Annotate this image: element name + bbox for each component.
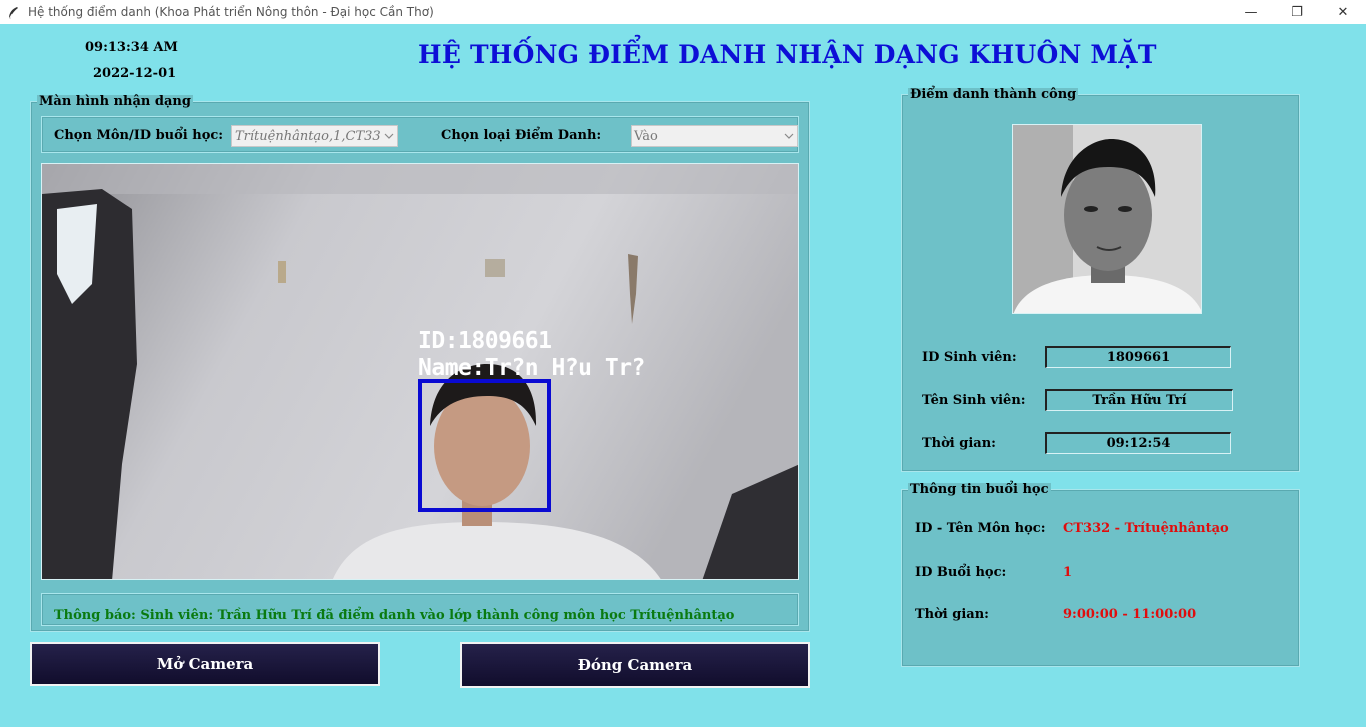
session-time-label: Thời gian: <box>915 607 989 622</box>
feather-app-icon <box>6 5 20 20</box>
session-id-value: 1 <box>1063 565 1073 580</box>
session-subject-label: ID - Tên Môn học: <box>915 521 1046 536</box>
subject-select[interactable]: Trítuệnhântạo,1,CT33 <box>231 125 398 147</box>
session-subject-value: CT332 - Trítuệnhântạo <box>1063 521 1229 536</box>
student-name-field: Trần Hữu Trí <box>1045 389 1233 411</box>
face-detection-box <box>418 379 551 512</box>
session-id-label: ID Buổi học: <box>915 565 1007 580</box>
overlay-id-text: ID:1809661 <box>418 328 552 354</box>
page-title: HỆ THỐNG ĐIỂM DANH NHẬN DẠNG KHUÔN MẶT <box>418 40 1157 69</box>
recognition-panel-legend: Màn hình nhận dạng <box>37 94 193 109</box>
student-id-field: 1809661 <box>1045 346 1231 368</box>
student-id-label: ID Sinh viên: <box>922 350 1017 365</box>
attendance-type-select[interactable]: Vào <box>631 125 798 147</box>
chevron-down-icon[interactable] <box>781 126 797 146</box>
overlay-name-text: Name:Tr?n H?u Tr? <box>418 355 645 381</box>
window-title: Hệ thống điểm danh (Khoa Phát triển Nông… <box>28 5 434 19</box>
subject-select-label: Chọn Môn/ID buổi học: <box>54 128 224 143</box>
success-time-label: Thời gian: <box>922 436 996 451</box>
minimize-icon[interactable]: — <box>1228 0 1274 24</box>
window-titlebar: Hệ thống điểm danh (Khoa Phát triển Nông… <box>0 0 1366 24</box>
clock-date: 2022-12-01 <box>93 66 177 81</box>
close-icon[interactable]: ✕ <box>1320 0 1366 24</box>
session-time-value: 9:00:00 - 11:00:00 <box>1063 607 1197 622</box>
subject-select-value: Trítuệnhântạo,1,CT33 <box>235 128 381 144</box>
notice-message: Thông báo: Sinh viên: Trần Hữu Trí đã đi… <box>54 608 737 623</box>
student-name-label: Tên Sinh viên: <box>922 393 1026 408</box>
attendance-type-label: Chọn loại Điểm Danh: <box>441 128 602 143</box>
chevron-down-icon[interactable] <box>381 126 397 146</box>
attendance-type-value: Vào <box>634 128 658 144</box>
clock-time: 09:13:34 AM <box>85 40 178 55</box>
open-camera-button[interactable]: Mở Camera <box>30 642 380 686</box>
maximize-icon[interactable]: ❐ <box>1274 0 1320 24</box>
success-panel-legend: Điểm danh thành công <box>908 87 1079 102</box>
session-panel-legend: Thông tin buổi học <box>908 482 1051 497</box>
success-time-field: 09:12:54 <box>1045 432 1231 454</box>
student-photo <box>1012 124 1202 314</box>
close-camera-button[interactable]: Đóng Camera <box>460 642 810 688</box>
